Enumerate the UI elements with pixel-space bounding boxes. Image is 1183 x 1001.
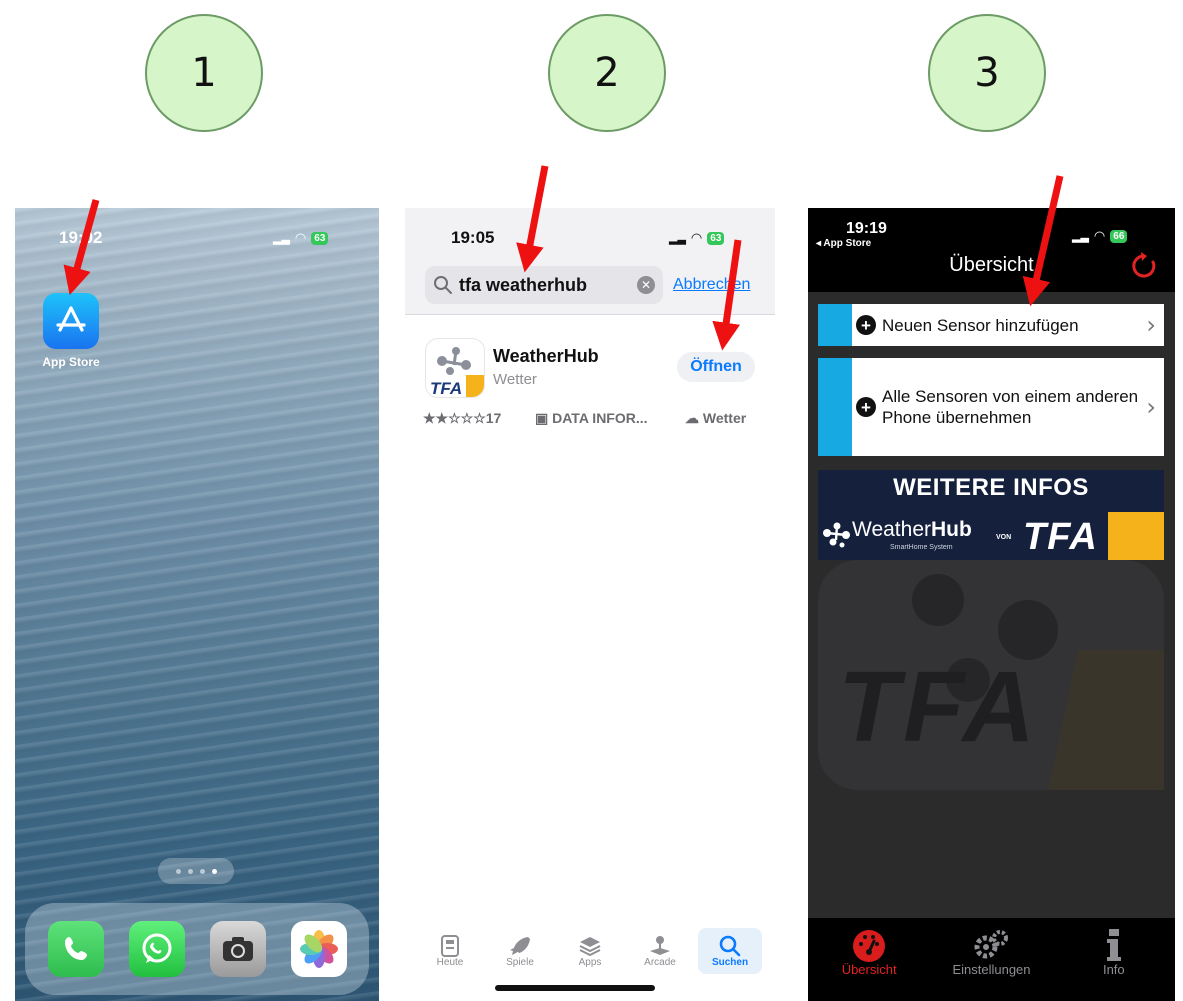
camera-icon[interactable]: [209, 921, 266, 977]
refresh-icon[interactable]: [1128, 250, 1160, 282]
import-sensors-label: Alle Sensoren von einem anderen Phone üb…: [882, 387, 1139, 427]
cancel-button[interactable]: Abbrechen: [673, 276, 750, 294]
weatherhub-app-icon[interactable]: TFA: [425, 338, 485, 398]
status-time: 19:19: [846, 220, 887, 237]
banner-logo-strip: WeatherHub SmartHome System VON TFA: [818, 512, 1164, 560]
watermark-text: TFA: [838, 651, 1039, 763]
banner-von: VON: [996, 534, 1012, 541]
tfa-icon-text: TFA: [430, 379, 462, 397]
battery-indicator: 66: [1110, 229, 1128, 243]
tab-heute[interactable]: Heute: [418, 928, 482, 974]
add-sensor-label: Neuen Sensor hinzufügen: [882, 315, 1079, 335]
app-store-icon[interactable]: [43, 293, 99, 349]
search-icon: [434, 276, 452, 294]
banner-title: WEITERE INFOS: [893, 474, 1089, 501]
step-3-badge: 3: [928, 14, 1046, 132]
chevron-right-icon: ›: [1146, 393, 1156, 421]
battery-indicator: 63: [707, 231, 725, 245]
search-input[interactable]: tfa weatherhub ✕: [425, 266, 663, 304]
step-2-badge: 2: [548, 14, 666, 132]
app-store-label: App Store: [42, 355, 100, 369]
signal-icon: ▂▃: [669, 232, 686, 245]
layers-icon: [579, 936, 601, 956]
app-tab-bar: Übersicht Einstellungen Info: [808, 918, 1175, 1001]
gauge-icon: [853, 930, 886, 962]
import-sensors-row[interactable]: + Alle Sensoren von einem anderen Phone …: [818, 358, 1164, 456]
banner-subtitle: SmartHome System: [890, 544, 953, 551]
open-button[interactable]: Öffnen: [677, 352, 755, 382]
tab-info[interactable]: Info: [1059, 928, 1169, 977]
tab-spiele[interactable]: Spiele: [488, 928, 552, 974]
joystick-icon: [650, 935, 670, 955]
battery-indicator: 63: [311, 231, 329, 245]
wifi-icon: ◠: [294, 230, 307, 245]
tfa-logo: TFA: [1023, 516, 1098, 558]
signal-icon: ▂▃: [1072, 230, 1089, 243]
chevron-right-icon: ›: [1146, 311, 1156, 339]
info-icon: [1106, 929, 1121, 961]
app-store-tab-bar: Heute Spiele Apps Arcade Suchen: [405, 924, 775, 984]
tab-uebersicht[interactable]: Übersicht: [814, 928, 924, 977]
add-sensor-row[interactable]: + Neuen Sensor hinzufügen ›: [818, 304, 1164, 346]
status-icons: ▂▃ ◠ 63: [273, 230, 329, 246]
gears-icon: [974, 930, 1009, 959]
step-1-badge: 1: [145, 14, 263, 132]
app-store-glyph-icon: [56, 306, 86, 332]
result-app-name[interactable]: WeatherHub: [493, 346, 599, 367]
clear-icon[interactable]: ✕: [637, 276, 655, 294]
weather-icon: ☁: [685, 410, 703, 426]
weatherhub-overview-screen: 19:19 ◂ App Store ▂▃ ◠ 66 Übersicht + Ne…: [808, 208, 1175, 1001]
tab-einstellungen[interactable]: Einstellungen: [936, 928, 1046, 977]
tab-suchen[interactable]: Suchen: [698, 928, 762, 974]
genre-badge: ☁ Wetter: [685, 410, 747, 426]
app-store-search-screen: 19:05 ▂▃ ◠ 63 tfa weatherhub ✕ Abbrechen…: [405, 208, 775, 1001]
photos-icon[interactable]: [290, 921, 347, 977]
home-screen: 19:02 ▂▃ ◠ 63 App Store: [15, 208, 379, 1001]
today-icon: [441, 934, 459, 957]
developer-icon: ▣: [535, 410, 553, 426]
weatherhub-wordmark: WeatherHub: [852, 518, 972, 541]
more-info-banner[interactable]: WEITERE INFOS WeatherHub SmartHome Syste…: [818, 470, 1164, 560]
page-title: Übersicht: [949, 254, 1034, 276]
search-tab-icon: [719, 935, 741, 956]
weatherhub-logo-icon: [823, 522, 850, 548]
page-indicator[interactable]: [158, 858, 234, 884]
rating-stars: ★★☆☆☆17: [423, 410, 502, 426]
tab-apps[interactable]: Apps: [558, 928, 622, 974]
phone-icon[interactable]: [47, 921, 104, 977]
tab-arcade[interactable]: Arcade: [628, 928, 692, 974]
status-icons: ▂▃ ◠ 63: [669, 230, 725, 246]
status-time: 19:05: [451, 228, 495, 247]
wifi-icon: ◠: [1093, 228, 1106, 243]
tfa-watermark: TFA: [818, 560, 1164, 960]
result-app-category: Wetter: [493, 371, 537, 388]
status-icons: ▂▃ ◠ 66: [1072, 228, 1128, 244]
developer-badge: ▣ DATA INFOR...: [535, 410, 648, 426]
plus-icon: +: [856, 315, 876, 335]
back-to-app-store-link[interactable]: ◂ App Store: [816, 238, 871, 249]
home-indicator: [495, 985, 655, 991]
plus-icon: +: [856, 397, 876, 417]
whatsapp-icon[interactable]: [128, 921, 185, 977]
status-time: 19:02: [59, 228, 103, 247]
rocket-icon: [510, 936, 530, 955]
search-query: tfa weatherhub: [459, 274, 588, 295]
wifi-icon: ◠: [690, 230, 703, 245]
banner-gold-block: [1108, 512, 1164, 560]
dock: [25, 903, 369, 995]
signal-icon: ▂▃: [273, 232, 290, 245]
